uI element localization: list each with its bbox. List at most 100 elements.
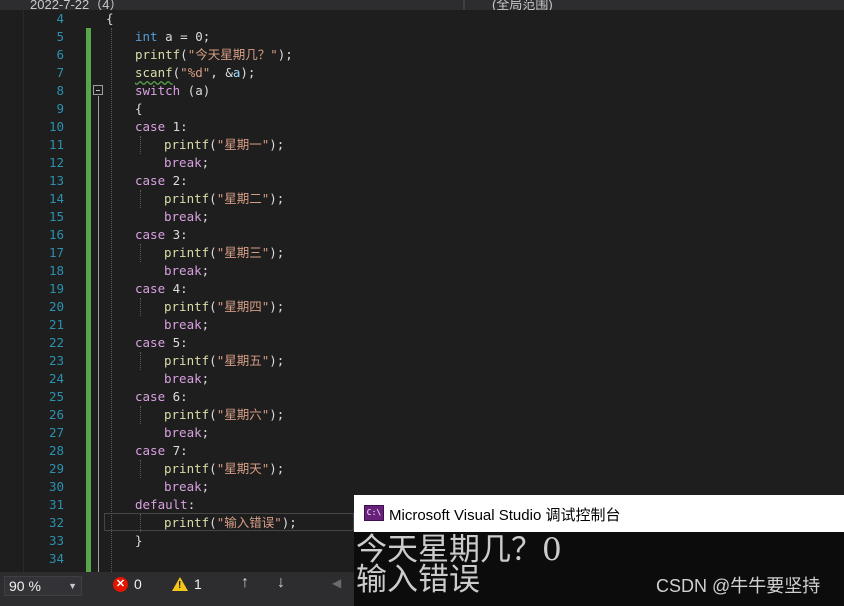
debug-console-window[interactable]: C:\ Microsoft Visual Studio 调试控制台 今天星期几？… bbox=[354, 495, 844, 606]
code-token: { bbox=[106, 11, 114, 26]
code-line: printf("星期二"); bbox=[164, 190, 284, 208]
console-title-bar[interactable]: C:\ Microsoft Visual Studio 调试控制台 bbox=[354, 495, 844, 532]
console-app-icon: C:\ bbox=[364, 505, 384, 521]
console-output-area[interactable]: 今天星期几？0 输入错误 CSDN @牛牛要坚持 bbox=[354, 532, 844, 606]
line-number: 12 bbox=[48, 155, 64, 170]
code-token: "星期天" bbox=[216, 461, 270, 476]
indent-guide bbox=[140, 460, 141, 478]
code-token: "%d" bbox=[180, 65, 211, 80]
code-token: ( bbox=[209, 353, 217, 368]
code-token: case bbox=[135, 335, 166, 350]
scroll-left-icon[interactable]: ◀ bbox=[332, 576, 341, 590]
code-token: "今天星期几？" bbox=[187, 47, 278, 62]
code-line: case 1: bbox=[135, 118, 188, 136]
warning-icon[interactable]: ! bbox=[172, 577, 188, 591]
line-number: 27 bbox=[48, 425, 64, 440]
code-token: ); bbox=[269, 191, 285, 206]
outline-connector bbox=[98, 96, 99, 572]
code-token: "星期三" bbox=[216, 245, 270, 260]
next-issue-arrow-icon[interactable]: ↓ bbox=[277, 574, 285, 592]
line-number: 21 bbox=[48, 317, 64, 332]
code-line: printf("输入错误"); bbox=[164, 514, 297, 532]
code-token: ( bbox=[209, 461, 217, 476]
code-token: "星期四" bbox=[216, 299, 270, 314]
line-number: 26 bbox=[48, 407, 64, 422]
code-token: case bbox=[135, 389, 166, 404]
code-token: case bbox=[135, 281, 166, 296]
chevron-down-icon: ▼ bbox=[68, 581, 77, 591]
zoom-level-value: 90 % bbox=[9, 578, 41, 594]
code-token: ; bbox=[201, 209, 210, 224]
line-number: 19 bbox=[48, 281, 64, 296]
code-token: 7: bbox=[172, 443, 188, 458]
code-line: break; bbox=[164, 262, 209, 280]
code-token: ; bbox=[201, 425, 210, 440]
line-number: 31 bbox=[48, 497, 64, 512]
line-number: 16 bbox=[48, 227, 64, 242]
line-number: 34 bbox=[48, 551, 64, 566]
code-line: case 5: bbox=[135, 334, 188, 352]
code-line: case 4: bbox=[135, 280, 188, 298]
indent-guide bbox=[111, 28, 112, 572]
editor-margin bbox=[0, 10, 24, 572]
code-line: { bbox=[135, 100, 143, 118]
code-token: case bbox=[135, 173, 166, 188]
zoom-level-dropdown[interactable]: 90 % ▼ bbox=[4, 576, 82, 596]
line-number: 17 bbox=[48, 245, 64, 260]
code-token: break bbox=[164, 317, 202, 332]
error-icon[interactable]: ✕ bbox=[113, 577, 128, 592]
scope-dropdown[interactable]: (全局范围) bbox=[492, 0, 553, 10]
code-token: "星期二" bbox=[216, 191, 270, 206]
code-editor[interactable]: 4 5 6 7 8 9 10 11 12 13 14 15 16 17 18 19 20 21 22 23 24 25 26… bbox=[0, 10, 844, 572]
code-line: { bbox=[106, 10, 114, 28]
code-line: case 3: bbox=[135, 226, 188, 244]
warning-count[interactable]: 1 bbox=[194, 576, 202, 592]
code-token: switch bbox=[135, 83, 181, 98]
code-token: break bbox=[164, 209, 202, 224]
line-number: 29 bbox=[48, 461, 64, 476]
line-number: 14 bbox=[48, 191, 64, 206]
error-count[interactable]: 0 bbox=[134, 576, 142, 592]
code-token: ; bbox=[201, 479, 210, 494]
code-token: ); bbox=[269, 137, 285, 152]
document-tab-strip: 2022-7-22（4） (全局范围) bbox=[0, 0, 844, 10]
code-line: printf("星期五"); bbox=[164, 352, 284, 370]
code-token: ); bbox=[269, 245, 285, 260]
line-number-gutter: 4 5 6 7 8 9 10 11 12 13 14 15 16 17 18 19 20 21 22 23 24 25 26… bbox=[24, 10, 88, 572]
line-number: 6 bbox=[56, 47, 64, 62]
indent-guide bbox=[140, 352, 141, 370]
change-tracking-bar bbox=[86, 28, 91, 572]
code-token: case bbox=[135, 119, 166, 134]
code-line: printf("星期三"); bbox=[164, 244, 284, 262]
code-token: ); bbox=[281, 515, 297, 530]
code-token: 5: bbox=[172, 335, 188, 350]
code-token: printf bbox=[164, 245, 210, 260]
code-token: 3: bbox=[172, 227, 188, 242]
code-line: } bbox=[135, 532, 143, 550]
code-token: case bbox=[135, 227, 166, 242]
file-tab[interactable]: 2022-7-22（4） bbox=[30, 0, 123, 10]
code-token: break bbox=[164, 479, 202, 494]
code-token: ); bbox=[269, 299, 285, 314]
code-token: break bbox=[164, 371, 202, 386]
code-token: printf bbox=[164, 191, 210, 206]
indent-guide bbox=[140, 514, 141, 532]
line-number: 8 bbox=[56, 83, 64, 98]
code-token: case bbox=[135, 443, 166, 458]
tab-divider bbox=[463, 0, 465, 10]
line-number: 24 bbox=[48, 371, 64, 386]
code-line: printf("星期天"); bbox=[164, 460, 284, 478]
previous-issue-arrow-icon[interactable]: ↑ bbox=[241, 574, 249, 592]
code-token: ( bbox=[209, 299, 217, 314]
code-token: break bbox=[164, 155, 202, 170]
code-token: ; bbox=[201, 155, 210, 170]
code-token: printf bbox=[164, 407, 210, 422]
code-token: ); bbox=[269, 407, 285, 422]
indent-guide bbox=[140, 244, 141, 262]
code-token: ( bbox=[209, 515, 217, 530]
code-token: ( bbox=[209, 407, 217, 422]
code-line: break; bbox=[164, 370, 209, 388]
code-area[interactable]: { int a = 0; printf("今天星期几？"); scanf("%d… bbox=[106, 10, 844, 572]
code-line: break; bbox=[164, 316, 209, 334]
collapse-toggle-icon[interactable] bbox=[93, 85, 103, 95]
